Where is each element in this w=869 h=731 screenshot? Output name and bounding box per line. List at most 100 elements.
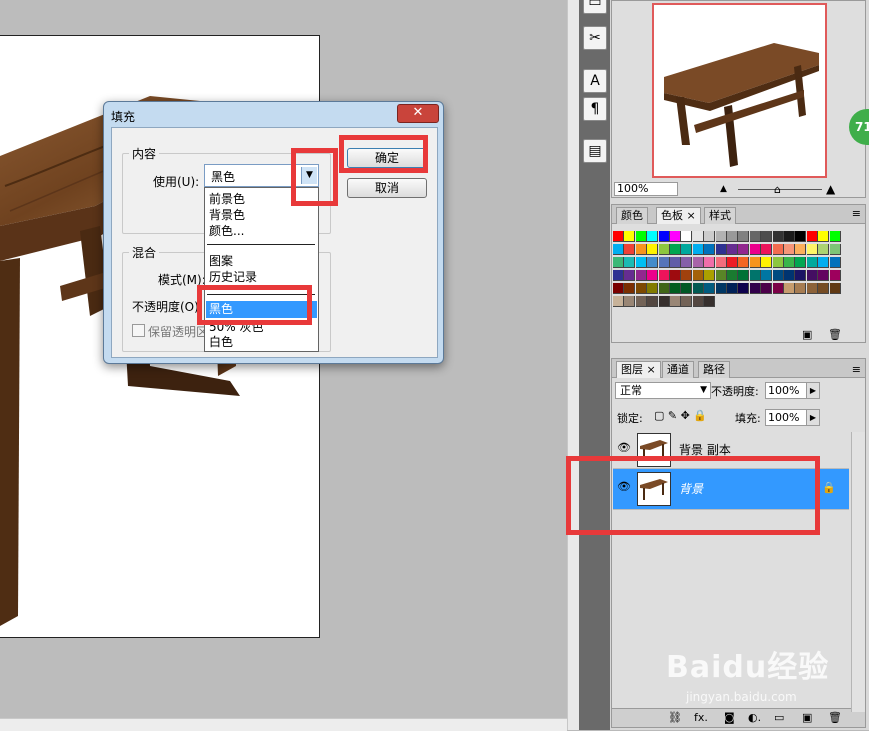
swatch-cell[interactable]: [806, 270, 818, 281]
fill-arrow-icon[interactable]: ▶: [806, 409, 820, 426]
option-foreground[interactable]: 前景色: [209, 193, 245, 206]
swatch-cell[interactable]: [772, 270, 784, 281]
swatch-cell[interactable]: [704, 283, 716, 294]
swatch-cell[interactable]: [613, 244, 624, 255]
swatch-cell[interactable]: [738, 231, 750, 242]
opacity-field[interactable]: 100%: [765, 382, 807, 399]
opacity-arrow-icon[interactable]: ▶: [806, 382, 820, 399]
swatch-cell[interactable]: [681, 231, 693, 242]
swatch-cell[interactable]: [658, 231, 670, 242]
swatch-cell[interactable]: [681, 244, 693, 255]
swatch-cell[interactable]: [727, 244, 738, 255]
zoom-out-icon[interactable]: ▲: [720, 184, 727, 194]
paragraph-icon[interactable]: ¶: [583, 97, 607, 121]
swatch-cell[interactable]: [727, 231, 738, 242]
swatch-cell[interactable]: [761, 283, 773, 294]
fx-icon[interactable]: fx.: [694, 711, 708, 724]
option-white[interactable]: 白色: [209, 336, 233, 349]
option-background[interactable]: 背景色: [209, 209, 245, 222]
swatch-cell[interactable]: [647, 231, 659, 242]
swatch-cell[interactable]: [784, 270, 795, 281]
option-history[interactable]: 历史记录: [209, 271, 257, 284]
zoom-in-icon[interactable]: ▲: [826, 182, 835, 196]
trash-icon[interactable]: 🗑: [828, 711, 842, 724]
swatch-cell[interactable]: [647, 244, 659, 255]
swatch-cell[interactable]: [738, 270, 750, 281]
swatch-cell[interactable]: [772, 231, 784, 242]
swatch-cell[interactable]: [635, 244, 647, 255]
swatch-cell[interactable]: [784, 257, 795, 268]
tab-styles[interactable]: 样式: [704, 207, 736, 224]
swatch-cell[interactable]: [704, 244, 716, 255]
swatch-cell[interactable]: [635, 257, 647, 268]
swatch-cell[interactable]: [772, 283, 784, 294]
swatch-cell[interactable]: [635, 296, 647, 307]
tab-channels[interactable]: 通道: [662, 361, 694, 378]
swatch-cell[interactable]: [818, 231, 830, 242]
option-color[interactable]: 颜色...: [209, 225, 244, 238]
horizontal-scrollbar[interactable]: [0, 718, 567, 731]
tab-paths[interactable]: 路径: [698, 361, 730, 378]
swatch-cell[interactable]: [624, 257, 636, 268]
layers-scrollbar[interactable]: [851, 432, 865, 712]
swatch-cell[interactable]: [681, 296, 693, 307]
swatch-cell[interactable]: [670, 296, 681, 307]
swatch-cell[interactable]: [670, 244, 681, 255]
new-swatch-icon[interactable]: ▣: [802, 328, 812, 341]
swatch-cell[interactable]: [681, 283, 693, 294]
fill-field[interactable]: 100%: [765, 409, 807, 426]
cancel-button[interactable]: 取消: [347, 178, 427, 198]
navigator-thumbnail[interactable]: [652, 3, 827, 178]
swatch-cell[interactable]: [715, 244, 727, 255]
swatch-cell[interactable]: [692, 257, 704, 268]
swatch-cell[interactable]: [727, 270, 738, 281]
swatch-cell[interactable]: [681, 270, 693, 281]
lock-icons[interactable]: ▢ ✎ ✥ 🔒: [654, 409, 707, 422]
swatch-cell[interactable]: [784, 231, 795, 242]
swatch-cell[interactable]: [749, 244, 761, 255]
layers-menu-icon[interactable]: ≡: [852, 363, 861, 376]
swatch-cell[interactable]: [795, 244, 807, 255]
swatch-cell[interactable]: [715, 270, 727, 281]
zoom-field[interactable]: 100%: [614, 182, 678, 196]
swatch-cell[interactable]: [658, 270, 670, 281]
swatch-cell[interactable]: [829, 270, 841, 281]
swatch-cell[interactable]: [749, 231, 761, 242]
swatch-cell[interactable]: [784, 244, 795, 255]
swatch-cell[interactable]: [670, 257, 681, 268]
swatch-cell[interactable]: [635, 231, 647, 242]
swatch-cell[interactable]: [704, 231, 716, 242]
swatch-cell[interactable]: [704, 270, 716, 281]
new-layer-icon[interactable]: ▣: [802, 711, 812, 724]
swatch-cell[interactable]: [613, 257, 624, 268]
swatch-cell[interactable]: [670, 283, 681, 294]
swatch-cell[interactable]: [624, 244, 636, 255]
swatch-cell[interactable]: [658, 296, 670, 307]
panel-menu-icon[interactable]: ≡: [852, 207, 861, 220]
swatch-cell[interactable]: [658, 257, 670, 268]
swatch-cell[interactable]: [647, 296, 659, 307]
swatch-cell[interactable]: [670, 270, 681, 281]
character-icon[interactable]: A: [583, 69, 607, 93]
swatch-cell[interactable]: [647, 257, 659, 268]
option-pattern[interactable]: 图案: [209, 255, 233, 268]
swatch-cell[interactable]: [658, 283, 670, 294]
swatch-cell[interactable]: [761, 244, 773, 255]
swatch-cell[interactable]: [613, 270, 624, 281]
swatch-cell[interactable]: [727, 283, 738, 294]
swatch-cell[interactable]: [806, 283, 818, 294]
notes-icon[interactable]: ▤: [583, 139, 607, 163]
swatch-cell[interactable]: [795, 270, 807, 281]
swatch-cell[interactable]: [692, 283, 704, 294]
swatch-cell[interactable]: [829, 257, 841, 268]
brush-preset-icon[interactable]: ▭: [583, 0, 607, 14]
swatch-cell[interactable]: [715, 283, 727, 294]
swatch-cell[interactable]: [795, 257, 807, 268]
swatch-cell[interactable]: [818, 270, 830, 281]
zoom-slider-thumb[interactable]: ⌂: [774, 183, 781, 196]
swatch-cell[interactable]: [761, 231, 773, 242]
swatch-cell[interactable]: [658, 244, 670, 255]
swatch-cell[interactable]: [704, 296, 716, 307]
swatch-cell[interactable]: [613, 283, 624, 294]
swatch-cell[interactable]: [749, 257, 761, 268]
